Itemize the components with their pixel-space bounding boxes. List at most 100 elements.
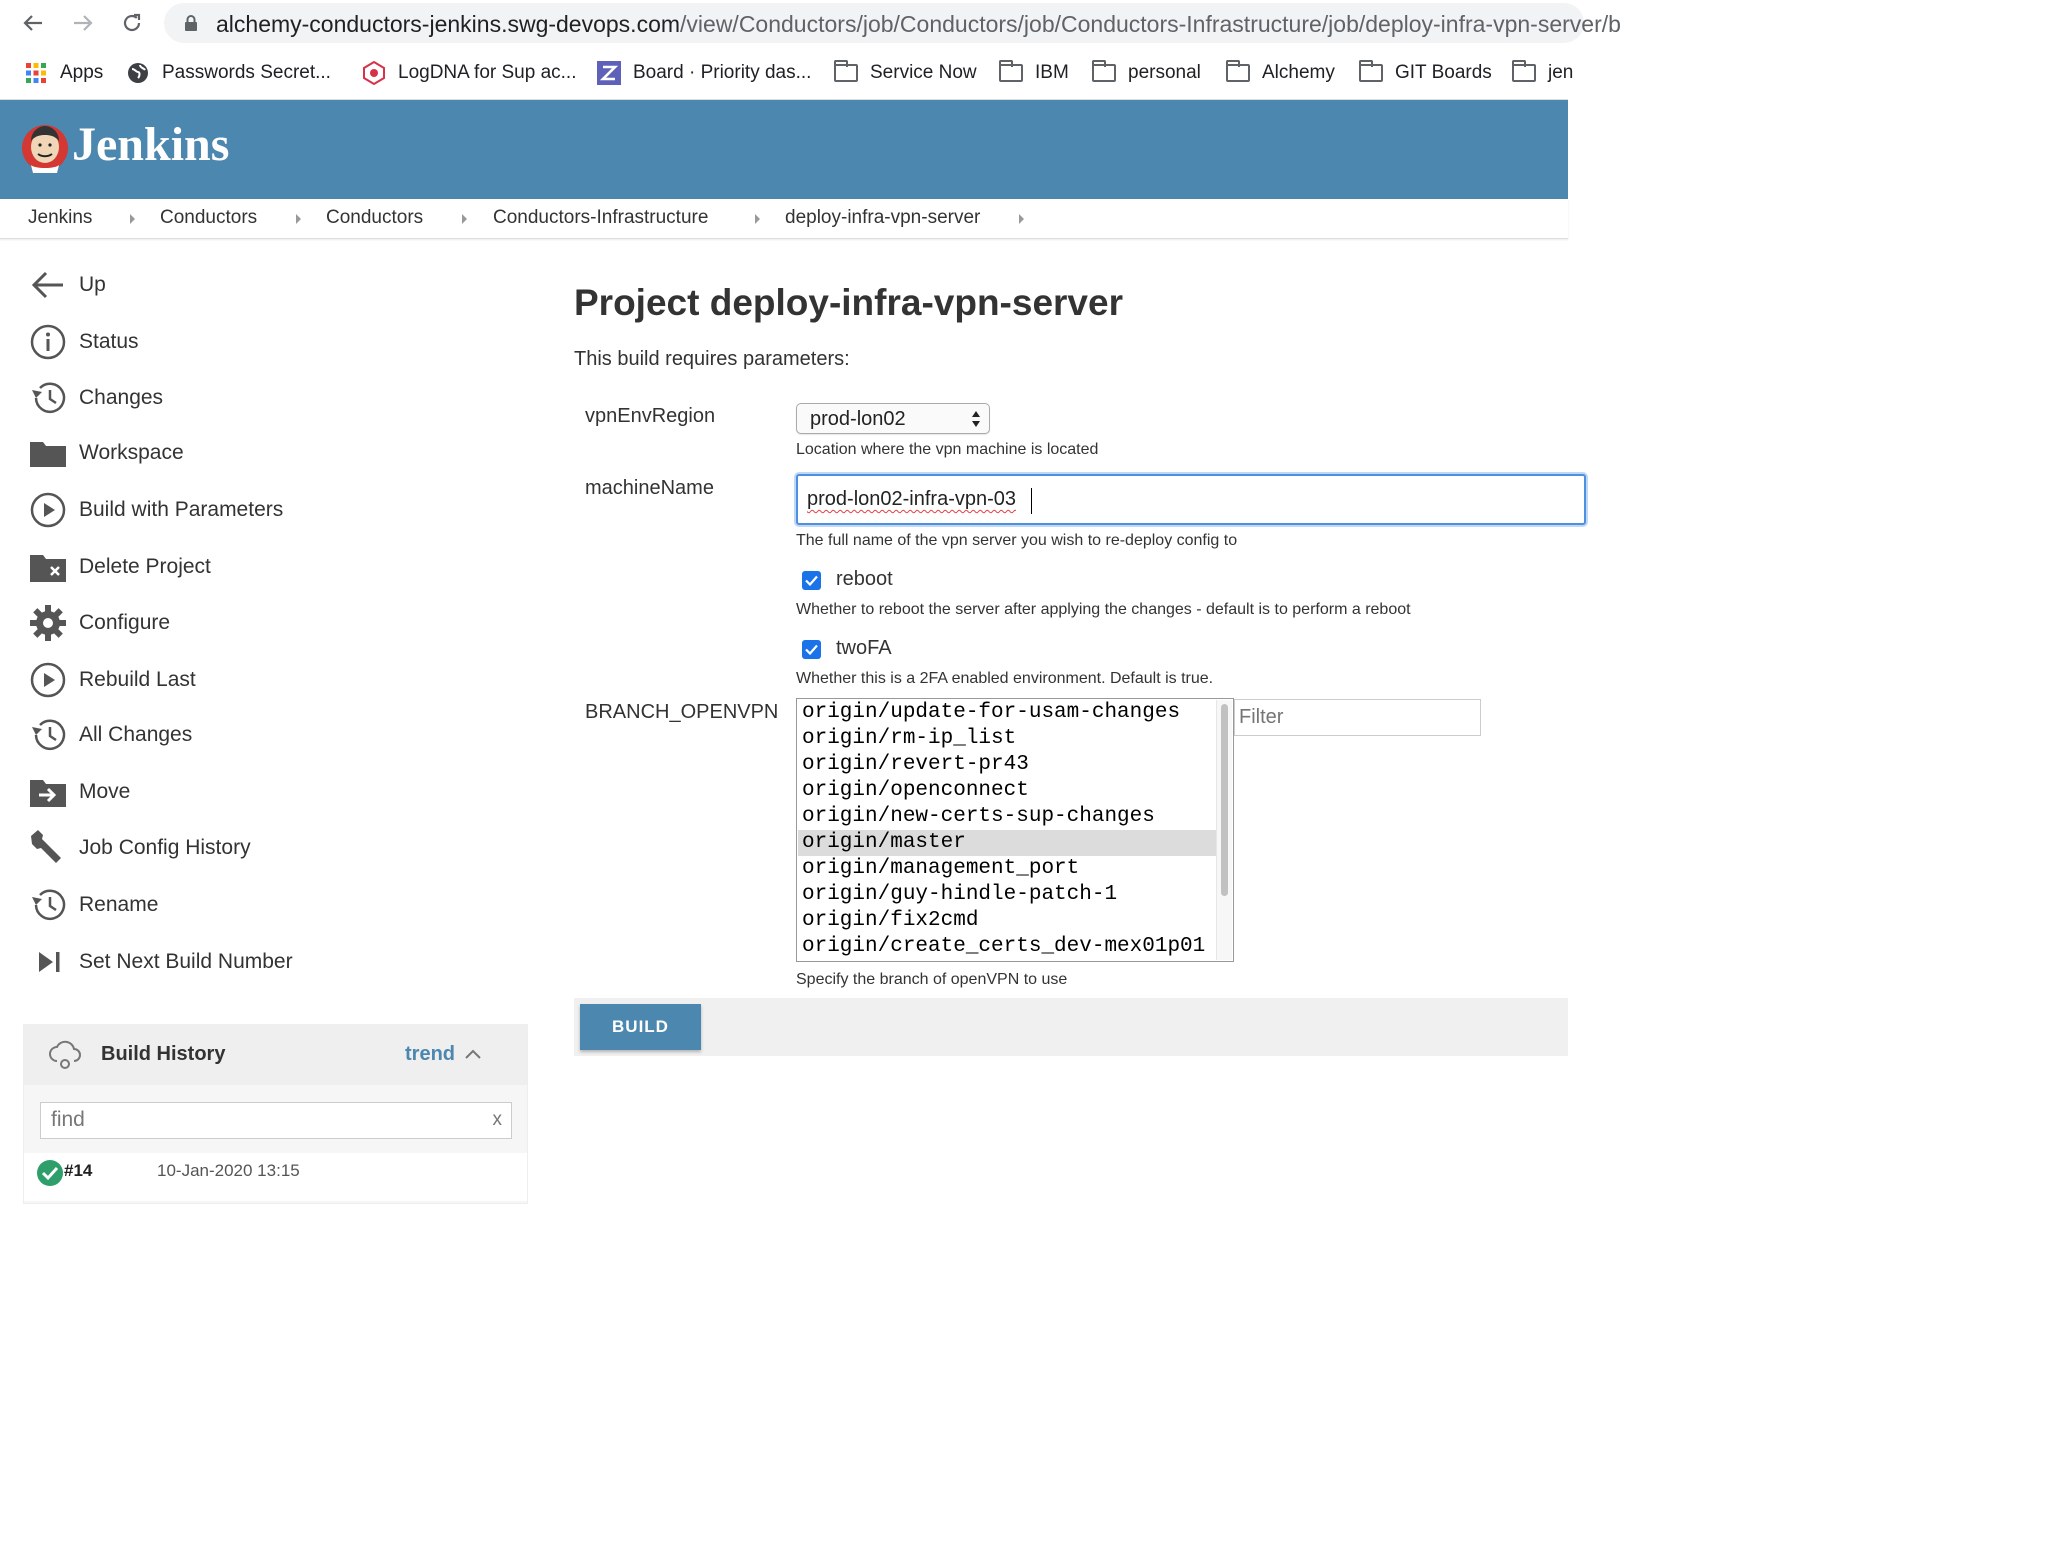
scrollbar-thumb[interactable] [1221, 704, 1228, 896]
breadcrumb-arrow-icon[interactable] [1019, 214, 1024, 224]
breadcrumb-arrow-icon[interactable] [755, 214, 760, 224]
task-label: Changes [79, 386, 164, 409]
bookmark-label: Apps [60, 62, 104, 83]
bookmark-label: Passwords Secret... [162, 62, 331, 83]
info-icon [28, 322, 68, 362]
task-up[interactable]: Up [28, 265, 106, 305]
breadcrumb-arrow-icon[interactable] [130, 214, 135, 224]
address-bar[interactable]: alchemy-conductors-jenkins.swg-devops.co… [164, 3, 1621, 43]
twofa-description: Whether this is a 2FA enabled environmen… [796, 670, 1214, 687]
build-date-link[interactable]: 10-Jan-2020 13:15 [157, 1161, 300, 1181]
bookmark-git-boards[interactable]: GIT Boards [1359, 59, 1492, 87]
task-changes[interactable]: Changes [28, 378, 163, 418]
trend-link[interactable]: trend [405, 1043, 455, 1066]
task-build-with-parameters[interactable]: Build with Parameters [28, 490, 283, 530]
vpnenvregion-selected-value: prod-lon02 [810, 408, 906, 430]
folder-icon [1226, 60, 1250, 85]
task-configure[interactable]: Configure [28, 603, 170, 643]
twofa-checkbox[interactable] [802, 640, 821, 659]
breadcrumb-conductors-view[interactable]: Conductors [160, 207, 257, 229]
branch-listbox[interactable]: origin/update-for-usam-changes origin/rm… [796, 698, 1234, 962]
vpnenvregion-description: Location where the vpn machine is locate… [796, 441, 1099, 458]
bookmarks-bar: Apps Passwords Secret... LogDNA for Sup … [0, 46, 1573, 100]
bookmark-jen[interactable]: jen [1512, 59, 1573, 87]
branch-option[interactable]: origin/guy-hindle-patch-1 [798, 882, 1216, 908]
build-history-title: Build History [101, 1043, 226, 1065]
build-row[interactable]: #14 10-Jan-2020 13:15 [24, 1153, 527, 1201]
folder-move-icon [28, 772, 68, 812]
branch-filter-input[interactable] [1235, 700, 1475, 734]
bookmark-logdna[interactable]: LogDNA for Sup ac... [362, 59, 577, 87]
param-label-branch-openvpn: BRANCH_OPENVPN [585, 701, 779, 723]
listbox-scrollbar[interactable] [1216, 700, 1232, 960]
apps-grid-icon [24, 61, 48, 85]
task-delete-project[interactable]: Delete Project [28, 547, 211, 587]
back-arrow-icon[interactable] [18, 8, 48, 38]
twofa-label[interactable]: twoFA [836, 637, 892, 660]
folder-icon [834, 60, 858, 85]
reload-icon[interactable] [117, 8, 147, 38]
task-label: Delete Project [79, 555, 211, 578]
success-check-icon [37, 1160, 63, 1186]
task-workspace[interactable]: Workspace [28, 433, 184, 473]
breadcrumb-conductors-folder[interactable]: Conductors [326, 207, 423, 229]
parameters-intro: This build requires parameters: [574, 348, 850, 370]
zenhub-icon [597, 61, 621, 85]
globe-icon [126, 61, 150, 85]
branch-option[interactable]: origin/rm-ip_list [798, 726, 1216, 752]
branch-option[interactable]: origin/update-for-usam-changes [798, 700, 1216, 726]
reboot-description: Whether to reboot the server after apply… [796, 601, 1411, 618]
chevron-up-icon[interactable] [465, 1049, 481, 1059]
branch-option[interactable]: origin/revert-pr43 [798, 752, 1216, 778]
breadcrumb-arrow-icon[interactable] [462, 214, 467, 224]
branch-option-selected[interactable]: origin/master [798, 830, 1216, 856]
task-label: Status [79, 330, 139, 353]
task-label: Configure [79, 611, 171, 634]
bookmark-alchemy[interactable]: Alchemy [1226, 59, 1335, 87]
machinename-input[interactable]: prod-lon02-infra-vpn-03 [796, 474, 1586, 525]
build-history-panel: Build History trend x #14 10-Jan-2020 13… [23, 1024, 528, 1204]
task-rename[interactable]: Rename [28, 885, 158, 925]
branch-option[interactable]: origin/new-certs-sup-changes [798, 804, 1216, 830]
task-status[interactable]: Status [28, 322, 139, 362]
reboot-label[interactable]: reboot [836, 568, 893, 591]
task-set-next-build-number[interactable]: Set Next Build Number [28, 942, 293, 982]
breadcrumb-deploy-infra-vpn-server[interactable]: deploy-infra-vpn-server [785, 207, 980, 229]
task-move[interactable]: Move [28, 772, 130, 812]
page-title: Project deploy-infra-vpn-server [574, 282, 1123, 323]
build-history-header: Build History trend [24, 1025, 527, 1085]
branch-option[interactable]: origin/create_certs_dev-mex01p01 [798, 934, 1216, 960]
breadcrumb-conductors-infrastructure[interactable]: Conductors-Infrastructure [493, 207, 708, 229]
bookmark-apps[interactable]: Apps [24, 59, 103, 87]
task-job-config-history[interactable]: Job Config History [28, 828, 251, 868]
browser-toolbar: alchemy-conductors-jenkins.swg-devops.co… [0, 0, 1621, 46]
task-label: Move [79, 780, 131, 803]
task-all-changes[interactable]: All Changes [28, 715, 192, 755]
build-number-link[interactable]: #14 [64, 1161, 92, 1181]
jenkins-title[interactable]: Jenkins [72, 117, 229, 172]
clear-search-button[interactable]: x [493, 1109, 503, 1131]
build-button[interactable]: BUILD [580, 1004, 701, 1050]
branch-option[interactable]: origin/management_port [798, 856, 1216, 882]
build-search-input[interactable] [41, 1103, 461, 1137]
forward-arrow-icon[interactable] [68, 8, 98, 38]
bookmark-board[interactable]: Board · Priority das... [597, 59, 811, 87]
branch-option[interactable]: origin/fix2cmd [798, 908, 1216, 934]
task-label: Up [79, 273, 106, 296]
folder-icon [28, 433, 68, 473]
breadcrumb-jenkins[interactable]: Jenkins [28, 207, 92, 229]
branch-filter-box [1234, 699, 1481, 736]
reboot-checkbox[interactable] [802, 571, 821, 590]
vpnenvregion-select[interactable]: prod-lon02 [796, 403, 990, 434]
bookmark-service-now[interactable]: Service Now [834, 59, 977, 87]
task-rebuild-last[interactable]: Rebuild Last [28, 660, 196, 700]
branch-option[interactable]: origin/openconnect [798, 778, 1216, 804]
jenkins-logo[interactable] [21, 121, 69, 173]
task-label: Set Next Build Number [79, 950, 293, 973]
history-icon [28, 715, 68, 755]
bookmark-label: Alchemy [1262, 62, 1335, 83]
bookmark-personal[interactable]: personal [1092, 59, 1201, 87]
bookmark-ibm[interactable]: IBM [999, 59, 1069, 87]
breadcrumb-arrow-icon[interactable] [296, 214, 301, 224]
bookmark-passwords[interactable]: Passwords Secret... [126, 59, 331, 87]
